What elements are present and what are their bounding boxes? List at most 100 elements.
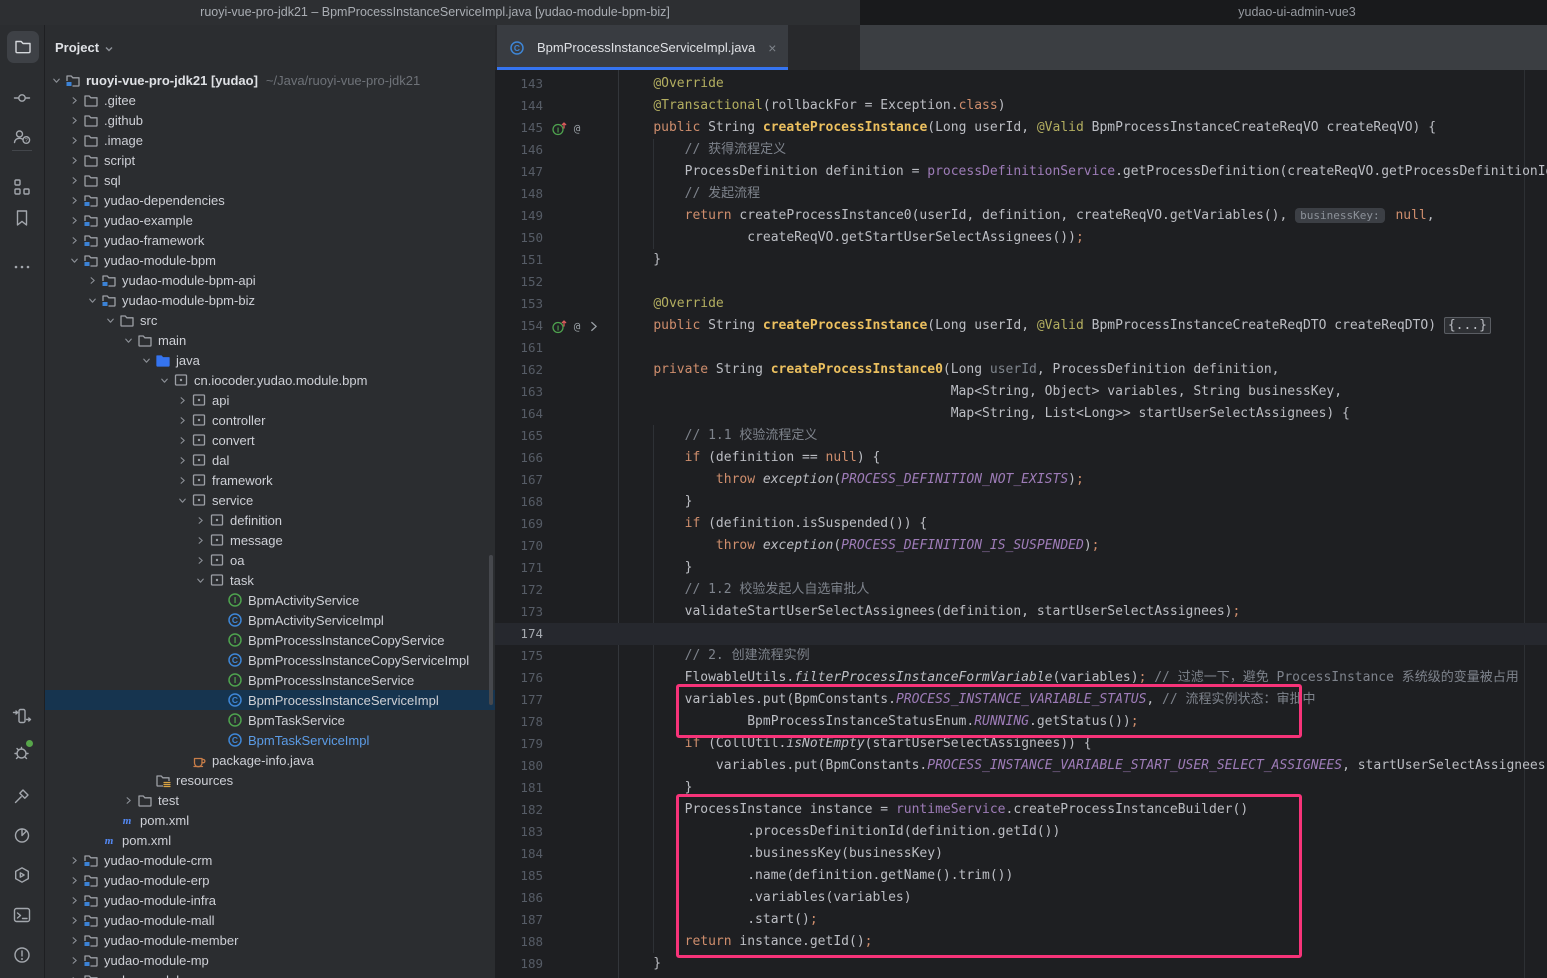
tree-item-yudao-example[interactable]: yudao-example — [45, 210, 495, 230]
code-line-175[interactable]: 175 // 2. 创建流程实例 — [495, 645, 1547, 667]
chevron-down-icon[interactable] — [83, 292, 101, 308]
folded-code-placeholder[interactable]: {...} — [1444, 317, 1491, 334]
services-icon[interactable] — [12, 865, 32, 885]
chevron-down-icon[interactable] — [137, 352, 155, 368]
chevron-right-icon[interactable] — [173, 432, 191, 448]
commit-icon[interactable] — [12, 88, 32, 108]
code-line-187[interactable]: 187 .start(); — [495, 909, 1547, 931]
chevron-right-icon[interactable] — [65, 872, 83, 888]
code-line-181[interactable]: 181 } — [495, 777, 1547, 799]
structure-icon[interactable] — [12, 177, 32, 197]
code-line-171[interactable]: 171 } — [495, 557, 1547, 579]
project-panel-title[interactable]: Project — [55, 25, 114, 70]
tree-item-bpmprocessinstancecopyservice[interactable]: IBpmProcessInstanceCopyService — [45, 630, 495, 650]
code-line-186[interactable]: 186 .variables(variables) — [495, 887, 1547, 909]
chevron-down-icon[interactable] — [65, 252, 83, 268]
tree-item-yudao-module-crm[interactable]: yudao-module-crm — [45, 850, 495, 870]
code-line-174[interactable]: 174 — [495, 623, 1547, 645]
tree-item-yudao-dependencies[interactable]: yudao-dependencies — [45, 190, 495, 210]
chevron-right-icon[interactable] — [191, 512, 209, 528]
chevron-right-icon[interactable] — [65, 912, 83, 928]
tree-item-yudao-module-member[interactable]: yudao-module-member — [45, 930, 495, 950]
tree-item-oa[interactable]: oa — [45, 550, 495, 570]
project-tool-window-button[interactable] — [7, 31, 39, 63]
chevron-right-icon[interactable] — [119, 792, 137, 808]
code-line-152[interactable]: 152 — [495, 271, 1547, 293]
code-line-153[interactable]: 153 @Override — [495, 293, 1547, 315]
background-window-titlebar[interactable]: yudao-ui-admin-vue3 — [860, 0, 1547, 25]
chevron-right-icon[interactable] — [173, 472, 191, 488]
debug-icon[interactable] — [12, 742, 32, 762]
tree-item-bpmactivityserviceimpl[interactable]: CBpmActivityServiceImpl — [45, 610, 495, 630]
chevron-right-icon[interactable] — [65, 972, 83, 978]
chevron-right-icon[interactable] — [65, 892, 83, 908]
tree-item-ruoyi-vue-pro-jdk21-yudao-[interactable]: ruoyi-vue-pro-jdk21 [yudao]~/Java/ruoyi-… — [45, 70, 495, 90]
code-line-149[interactable]: 149 return createProcessInstance0(userId… — [495, 205, 1547, 227]
tree-item-message[interactable]: message — [45, 530, 495, 550]
chevron-down-icon[interactable] — [155, 372, 173, 388]
code-line-178[interactable]: 178 BpmProcessInstanceStatusEnum.RUNNING… — [495, 711, 1547, 733]
profiler-icon[interactable] — [12, 825, 32, 845]
code-line-170[interactable]: 170 throw exception(PROCESS_DEFINITION_I… — [495, 535, 1547, 557]
run-icon[interactable] — [12, 706, 32, 726]
tree-item--github[interactable]: .github — [45, 110, 495, 130]
code-line-189[interactable]: 189 } — [495, 953, 1547, 975]
code-line-168[interactable]: 168 } — [495, 491, 1547, 513]
pull-requests-icon[interactable]: ? — [12, 127, 32, 147]
chevron-right-icon[interactable] — [65, 232, 83, 248]
code-line-169[interactable]: 169 if (definition.isSuspended()) { — [495, 513, 1547, 535]
chevron-right-icon[interactable] — [65, 852, 83, 868]
tree-item-main[interactable]: main — [45, 330, 495, 350]
code-line-151[interactable]: 151 } — [495, 249, 1547, 271]
code-line-183[interactable]: 183 .processDefinitionId(definition.getI… — [495, 821, 1547, 843]
tree-item--gitee[interactable]: .gitee — [45, 90, 495, 110]
code-line-173[interactable]: 173 validateStartUserSelectAssignees(def… — [495, 601, 1547, 623]
code-line-154[interactable]: 154I@ public String createProcessInstanc… — [495, 315, 1547, 337]
tree-item-yudao-module-mall[interactable]: yudao-module-mall — [45, 910, 495, 930]
chevron-right-icon[interactable] — [191, 532, 209, 548]
code-line-179[interactable]: 179 if (CollUtil.isNotEmpty(startUserSel… — [495, 733, 1547, 755]
code-line-143[interactable]: 143 @Override — [495, 73, 1547, 95]
chevron-right-icon[interactable] — [83, 272, 101, 288]
tree-item-yudao-module-bpm-api[interactable]: yudao-module-bpm-api — [45, 270, 495, 290]
chevron-right-icon[interactable] — [65, 92, 83, 108]
tree-item-pom-xml[interactable]: mpom.xml — [45, 830, 495, 850]
tree-item-test[interactable]: test — [45, 790, 495, 810]
code-line-176[interactable]: 176 FlowableUtils.filterProcessInstanceF… — [495, 667, 1547, 689]
code-line-167[interactable]: 167 throw exception(PROCESS_DEFINITION_N… — [495, 469, 1547, 491]
chevron-right-icon[interactable] — [65, 172, 83, 188]
chevron-right-icon[interactable] — [65, 932, 83, 948]
code-line-144[interactable]: 144 @Transactional(rollbackFor = Excepti… — [495, 95, 1547, 117]
code-line-182[interactable]: 182 ProcessInstance instance = runtimeSe… — [495, 799, 1547, 821]
tree-item-bpmprocessinstanceservice[interactable]: IBpmProcessInstanceService — [45, 670, 495, 690]
chevron-right-icon[interactable] — [65, 192, 83, 208]
tree-item-sql[interactable]: sql — [45, 170, 495, 190]
tree-item-bpmactivityservice[interactable]: IBpmActivityService — [45, 590, 495, 610]
tree-item-task[interactable]: task — [45, 570, 495, 590]
tree-item-yudao-module-infra[interactable]: yudao-module-infra — [45, 890, 495, 910]
tree-item-dal[interactable]: dal — [45, 450, 495, 470]
code-line-161[interactable]: 161 — [495, 337, 1547, 359]
code-line-177[interactable]: 177 variables.put(BpmConstants.PROCESS_I… — [495, 689, 1547, 711]
code-line-166[interactable]: 166 if (definition == null) { — [495, 447, 1547, 469]
chevron-down-icon[interactable] — [191, 572, 209, 588]
chevron-right-icon[interactable] — [173, 392, 191, 408]
more-icon[interactable] — [12, 257, 32, 277]
chevron-down-icon[interactable] — [173, 492, 191, 508]
tree-item-java[interactable]: java — [45, 350, 495, 370]
chevron-right-icon[interactable] — [191, 552, 209, 568]
chevron-right-icon[interactable] — [65, 212, 83, 228]
close-icon[interactable]: × — [768, 40, 776, 56]
code-editor[interactable]: 143 @Override144 @Transactional(rollback… — [495, 70, 1547, 978]
chevron-right-icon[interactable] — [173, 452, 191, 468]
tree-item-bpmprocessinstanceserviceimpl[interactable]: CBpmProcessInstanceServiceImpl — [45, 690, 495, 710]
tree-item-yudao-module-bpm-biz[interactable]: yudao-module-bpm-biz — [45, 290, 495, 310]
code-line-188[interactable]: 188 return instance.getId(); — [495, 931, 1547, 953]
bookmarks-icon[interactable] — [12, 208, 32, 228]
tree-item-bpmtaskservice[interactable]: IBpmTaskService — [45, 710, 495, 730]
chevron-right-icon[interactable] — [65, 152, 83, 168]
tree-item-script[interactable]: script — [45, 150, 495, 170]
code-line-163[interactable]: 163 Map<String, Object> variables, Strin… — [495, 381, 1547, 403]
tree-item-definition[interactable]: definition — [45, 510, 495, 530]
tree-item-convert[interactable]: convert — [45, 430, 495, 450]
